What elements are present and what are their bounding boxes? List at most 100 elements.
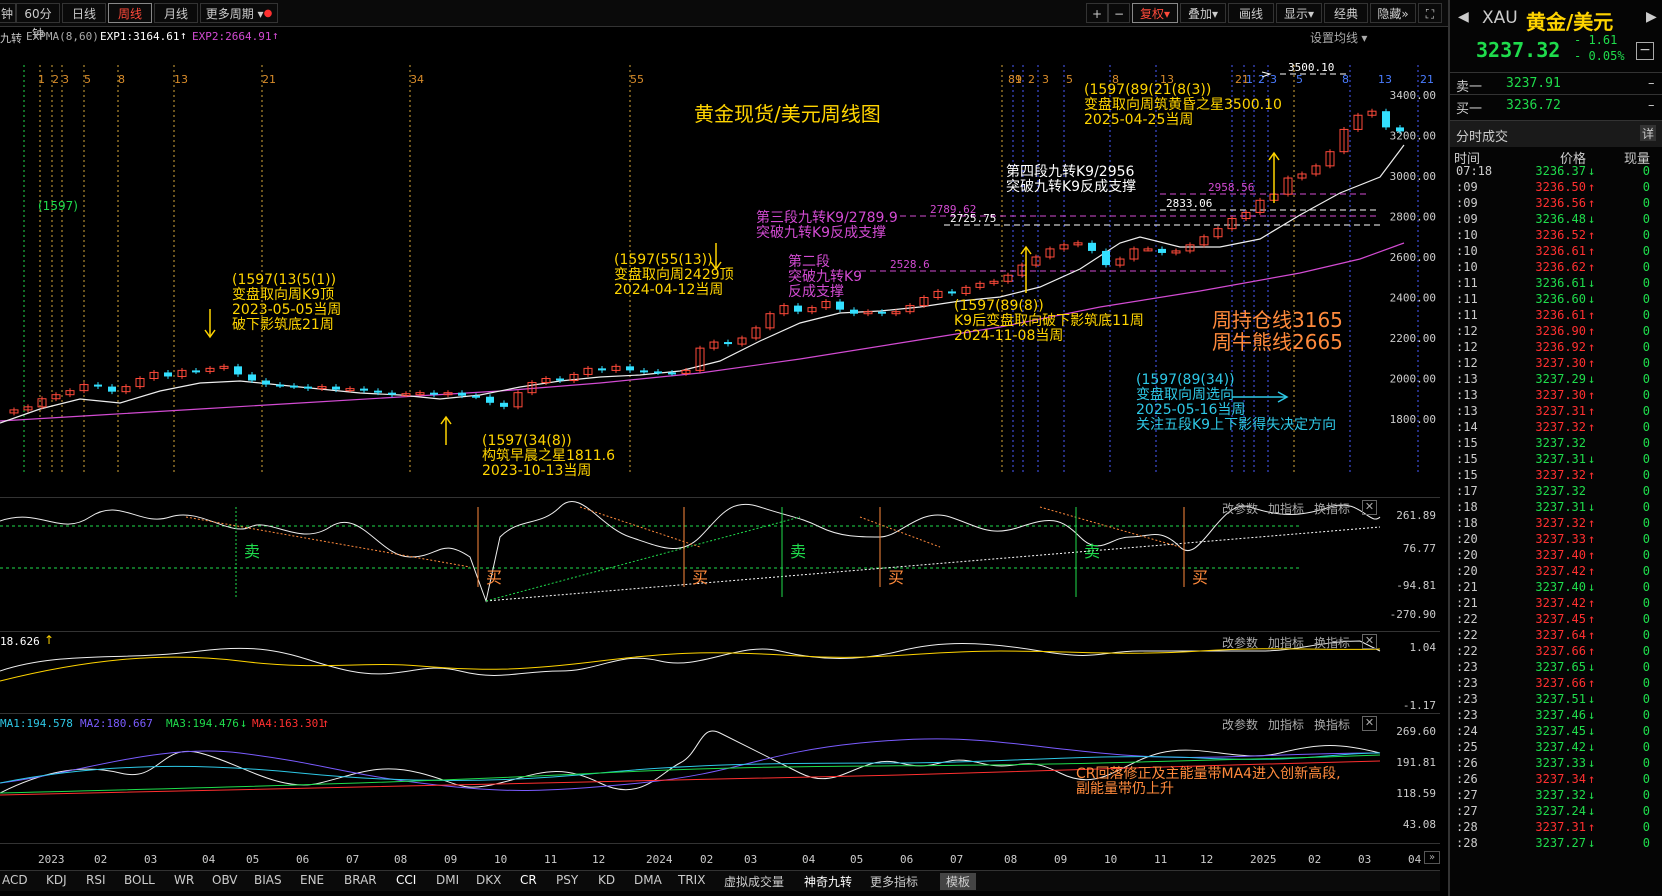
expma-params: EXPMA(8,60) [26, 30, 99, 43]
arrow-up-icon: ↑ [272, 29, 279, 42]
close-icon[interactable]: ✕ [1362, 500, 1377, 515]
tick-price: 3236.61 [1535, 244, 1586, 258]
tab-monthly[interactable]: 月线 [154, 3, 198, 23]
tick-volume: 0 [1642, 820, 1650, 834]
tab-cci[interactable]: CCI [396, 873, 416, 887]
indicator-panel-3[interactable]: 269.60 191.81 118.59 43.08 MA1:194.578 MA2:… [0, 713, 1440, 844]
tab-dma[interactable]: DMA [634, 873, 662, 887]
tab-acd[interactable]: ACD [2, 873, 28, 887]
tab-bias[interactable]: BIAS [254, 873, 282, 887]
overlay-dropdown[interactable]: 叠加▾ [1180, 3, 1226, 23]
tab-cr[interactable]: CR [520, 873, 537, 887]
hide-button[interactable]: 隐藏» [1370, 3, 1416, 23]
arrow-up-icon: ↑ [1588, 388, 1596, 402]
tab-magic-nine[interactable]: 神奇九转 [804, 873, 852, 890]
tick-price: 3237.40 [1535, 548, 1586, 562]
arrow-up-icon: ↑ [1588, 628, 1596, 642]
display-dropdown[interactable]: 显示▾ [1276, 3, 1322, 23]
swap-indicator-button[interactable]: 换指标 [1314, 634, 1350, 651]
fullscreen-button[interactable]: ⛶ [1418, 3, 1442, 23]
arrow-up-icon: ↑ [1588, 356, 1596, 370]
tick-volume: 0 [1642, 468, 1650, 482]
add-indicator-button[interactable]: 加指标 [1268, 634, 1304, 651]
support-line-value: 2725.75 [950, 212, 996, 225]
close-icon[interactable]: ✕ [1362, 716, 1377, 731]
tab-daily[interactable]: 日线 [62, 3, 106, 23]
tab-rsi[interactable]: RSI [86, 873, 106, 887]
tab-brar[interactable]: BRAR [344, 873, 377, 887]
close-icon[interactable]: ✕ [1362, 634, 1377, 649]
price-tick-label: 2800.00 [1390, 211, 1436, 224]
exp2-value: EXP2:2664.91 [192, 30, 272, 43]
tick-price: 3237.30 [1535, 388, 1586, 402]
fuquan-dropdown[interactable]: 复权▾ [1132, 3, 1178, 23]
osc-tick-label: 1.04 [1410, 641, 1437, 654]
indicator-panel-1[interactable]: 261.89 76.77 -94.81 -270.90 卖买买卖买卖买 改参数 加指标 … [0, 497, 1440, 632]
tab-minute[interactable]: 钟 [0, 3, 16, 23]
tab-wr[interactable]: WR [174, 873, 194, 887]
candle-body [332, 386, 340, 390]
candle-body [262, 380, 270, 385]
tab-ene[interactable]: ENE [300, 873, 324, 887]
edit-params-button[interactable]: 改参数 [1222, 716, 1258, 733]
tick-price: 3237.66 [1535, 676, 1586, 690]
tick-volume: 0 [1642, 164, 1650, 178]
detail-button[interactable]: 详 [1640, 125, 1656, 141]
tab-kdj[interactable]: KDJ [46, 873, 67, 887]
tick-row: :10 3236.62 ↑ 0 [1450, 260, 1662, 276]
prev-symbol-icon[interactable]: ◀ [1458, 9, 1469, 25]
candle-body [794, 305, 802, 312]
tab-template[interactable]: 模板 [940, 873, 977, 890]
tick-time: :11 [1456, 276, 1478, 290]
tab-dkx[interactable]: DKX [476, 873, 501, 887]
candle-body [878, 311, 886, 314]
candle-body [640, 370, 648, 373]
ticks-section-header: 分时成交 详 [1450, 120, 1662, 147]
tab-weekly[interactable]: 周线 [108, 3, 152, 23]
add-indicator-button[interactable]: 加指标 [1268, 500, 1304, 517]
chevron-down-icon: ▾ [1361, 31, 1368, 45]
tab-60min[interactable]: 60分钟 [16, 3, 60, 41]
tab-obv[interactable]: OBV [212, 873, 238, 887]
candle-body [626, 366, 634, 371]
tick-price: 3236.92 [1535, 340, 1586, 354]
edit-params-button[interactable]: 改参数 [1222, 500, 1258, 517]
annotation-2023-05: (1597(13(5(1)) 变盘取向周K9顶 2023-05-05当周 破下影… [232, 272, 342, 333]
x-axis-labels: 2023 02 03 04 05 06 07 08 09 10 11 12 2024 02 03 04 05 06… [38, 853, 1422, 866]
tab-kd[interactable]: KD [598, 873, 615, 887]
tick-volume: 0 [1642, 788, 1650, 802]
x-axis-label: 10 [1104, 853, 1117, 866]
arrow-up-icon: ↑ [1588, 820, 1596, 834]
ma-settings-button[interactable]: 设置均线 ▾ [1310, 29, 1367, 46]
tick-price: 3237.65 [1535, 660, 1586, 674]
draw-line-button[interactable]: 画线 [1228, 3, 1274, 23]
zoom-in-button[interactable]: + [1086, 3, 1108, 23]
edit-params-button[interactable]: 改参数 [1222, 634, 1258, 651]
arrow-up-icon: ↑ [1588, 420, 1596, 434]
swap-indicator-button[interactable]: 换指标 [1314, 716, 1350, 733]
classic-button[interactable]: 经典 [1324, 3, 1368, 23]
main-kline-panel[interactable]: 3400.00 3200.00 3000.00 2800.00 2600.00 2400.… [0, 47, 1440, 498]
tab-boll[interactable]: BOLL [124, 873, 155, 887]
scroll-right-icon[interactable]: » [1424, 851, 1440, 864]
zoom-out-button[interactable]: − [1108, 3, 1130, 23]
tab-virtual-volume[interactable]: 虚拟成交量 [724, 873, 784, 890]
annotation-position-lines: 周持仓线3165 周牛熊线2665 [1212, 308, 1343, 354]
indicator-panel-2[interactable]: 1.04 -1.17 18.626 ↑ 改参数 加指标 换指标 ✕ [0, 631, 1440, 714]
swap-indicator-button[interactable]: 换指标 [1314, 500, 1350, 517]
next-symbol-icon[interactable]: ▶ [1646, 9, 1657, 25]
x-axis-label: 08 [1004, 853, 1017, 866]
tick-time: :13 [1456, 388, 1478, 402]
more-periods-dropdown[interactable]: 更多周期 ▾● [200, 3, 278, 23]
price-tick-label: 2200.00 [1390, 332, 1436, 345]
tab-dmi[interactable]: DMI [436, 873, 459, 887]
tab-more-indicators[interactable]: 更多指标 [870, 873, 918, 890]
add-indicator-button[interactable]: 加指标 [1268, 716, 1304, 733]
tab-trix[interactable]: TRIX [678, 873, 705, 887]
collapse-icon[interactable]: − [1636, 42, 1654, 60]
fib-number-label: 21 [262, 73, 276, 86]
tab-psy[interactable]: PSY [556, 873, 578, 887]
tick-price: 3236.56 [1535, 196, 1586, 210]
tick-volume: 0 [1642, 692, 1650, 706]
tick-volume: 0 [1642, 436, 1650, 450]
